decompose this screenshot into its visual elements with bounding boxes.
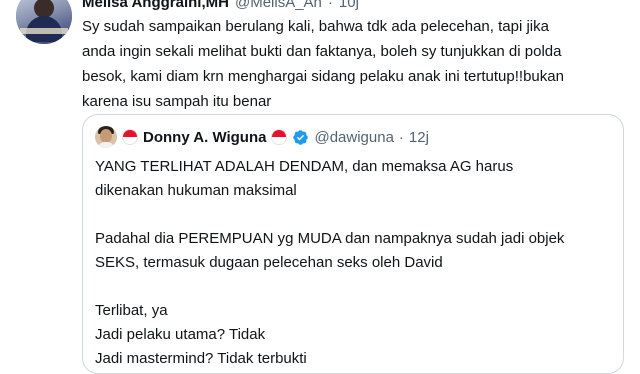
- tweet-text-line: karena isu sampah itu benar: [82, 93, 272, 110]
- quoted-tweet[interactable]: Donny A. Wiguna @dawiguna · 12j YANG TER…: [82, 114, 624, 374]
- quoted-author-avatar: [95, 126, 117, 148]
- author-avatar[interactable]: [16, 0, 72, 44]
- tweet-header: Melisa Anggraini,MH @MelisA_Ah · 10j: [82, 0, 359, 12]
- header-separator: ·: [327, 0, 333, 11]
- quoted-tweet-header: Donny A. Wiguna @dawiguna · 12j: [95, 125, 429, 149]
- verified-badge-icon: [293, 129, 309, 145]
- author-handle[interactable]: @MelisA_Ah: [235, 0, 322, 11]
- tweet-text-line: besok, kami diam krn menghargai sidang p…: [82, 68, 564, 85]
- author-name[interactable]: Melisa Anggraini,MH: [82, 0, 229, 11]
- tweet-text-line: Sy sudah sampaikan berulang kali, bahwa …: [82, 18, 549, 35]
- indonesia-flag-icon: [271, 129, 288, 145]
- quoted-header-separator: ·: [398, 128, 404, 146]
- tweet-time[interactable]: 10j: [339, 0, 359, 11]
- quoted-text-line: YANG TERLIHAT ADALAH DENDAM, dan memaksa…: [95, 158, 514, 175]
- quoted-author-name: Donny A. Wiguna: [143, 128, 267, 146]
- quoted-tweet-text: YANG TERLIHAT ADALAH DENDAM, dan memaksa…: [95, 155, 615, 371]
- quoted-text-line: SEKS, termasuk dugaan pelecehan seks ole…: [95, 254, 443, 271]
- quoted-text-line: Jadi mastermind? Tidak terbukti: [95, 350, 307, 367]
- quoted-author-handle: @dawiguna: [314, 128, 394, 146]
- quoted-tweet-time: 12j: [408, 128, 429, 146]
- quoted-text-line: Jadi pelaku utama? Tidak: [95, 326, 266, 343]
- quoted-text-line: [95, 275, 615, 299]
- quoted-text-line: Padahal dia PEREMPUAN yg MUDA dan nampak…: [95, 230, 565, 247]
- tweet-text: Sy sudah sampaikan berulang kali, bahwa …: [82, 14, 630, 114]
- indonesia-flag-icon: [122, 129, 138, 145]
- quoted-text-line: Terlibat, ya: [95, 302, 168, 319]
- quoted-text-line: [95, 203, 615, 227]
- tweet-text-line: anda ingin sekali melihat bukti dan fakt…: [82, 43, 562, 60]
- quoted-text-line: dikenakan hukuman maksimal: [95, 182, 297, 199]
